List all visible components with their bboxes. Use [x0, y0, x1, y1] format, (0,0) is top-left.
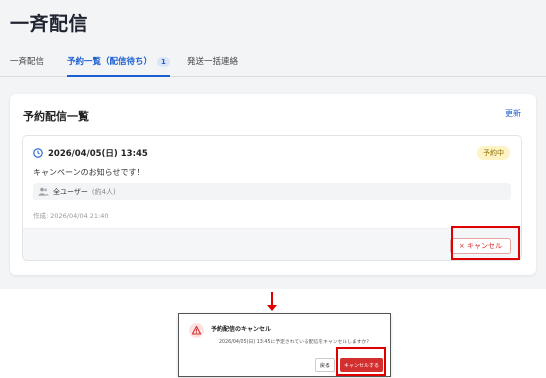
arrow-head [267, 305, 277, 311]
refresh-link[interactable]: 更新 [505, 108, 521, 119]
card-title: 予約配信一覧 [23, 110, 89, 123]
page-title: 一斉配信 [10, 13, 89, 35]
scheduled-datetime: 2026/04/05(日) 13:45 [48, 149, 148, 159]
tab-label: 予約一覧（配信待ち） [67, 57, 153, 67]
down-arrow-icon [271, 292, 273, 306]
scheduled-item-body: 2026/04/05(日) 13:45 予約中 キャンペーンのお知らせです！ 全… [23, 136, 521, 228]
users-icon [38, 187, 49, 196]
scheduled-item: 2026/04/05(日) 13:45 予約中 キャンペーンのお知らせです！ 全… [22, 135, 522, 261]
target-label: 全ユーザー (約4人) [53, 187, 116, 197]
dialog-message: 2026/04/05(日) 13:45に予定されている配信をキャンセルしますか？ [219, 340, 372, 345]
tab-count-badge: 1 [157, 57, 170, 67]
warning-icon-circle [189, 323, 204, 338]
warning-icon [191, 325, 202, 335]
confirm-highlight-box [336, 347, 386, 376]
tab-bar: 一斉配信 予約一覧（配信待ち） 1 発送一括連絡 [0, 52, 546, 77]
dialog-title: 予約配信のキャンセル [211, 326, 272, 333]
message-text: キャンペーンのお知らせです！ [33, 168, 145, 177]
created-timestamp: 作成: 2026/04/04 21:40 [33, 212, 109, 220]
tab-label: 一斉配信 [10, 57, 45, 67]
cancel-highlight-box [451, 226, 520, 260]
tab-label: 発送一括連絡 [187, 57, 239, 67]
scheduled-item-footer: × キャンセル [23, 228, 521, 260]
target-audience: 全ユーザー [53, 188, 88, 196]
back-button[interactable]: 戻る [315, 358, 336, 372]
tab-bulk-shipping[interactable]: 発送一括連絡 [187, 55, 238, 77]
target-row: 全ユーザー (約4人) [33, 183, 511, 200]
clock-icon [33, 148, 43, 158]
target-count: (約4人) [91, 188, 116, 196]
tab-broadcast[interactable]: 一斉配信 [10, 55, 44, 77]
tab-scheduled-list[interactable]: 予約一覧（配信待ち） 1 [67, 55, 170, 77]
status-badge: 予約中 [477, 146, 510, 160]
